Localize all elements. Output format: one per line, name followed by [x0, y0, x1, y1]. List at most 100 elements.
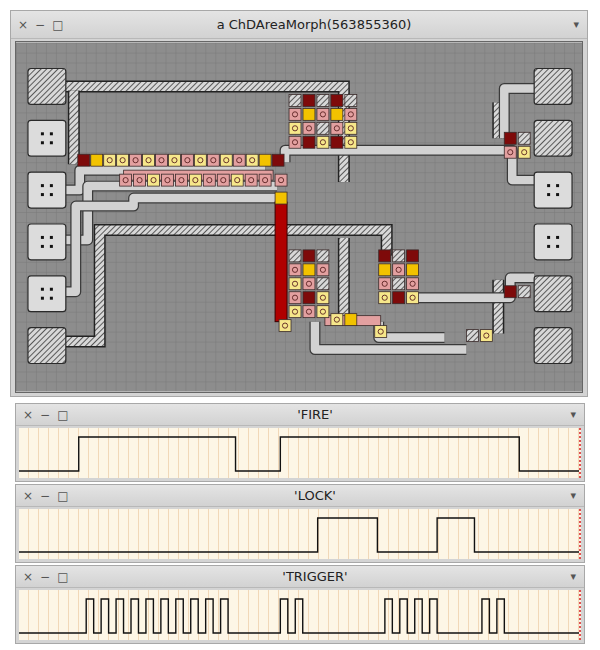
layout-cell[interactable]: [303, 108, 315, 120]
layout-cell[interactable]: [345, 108, 357, 120]
poly-wire[interactable]: [66, 198, 277, 292]
title-bar[interactable]: ×−□'TRIGGER'▾: [16, 566, 584, 588]
layout-cell[interactable]: [317, 306, 329, 318]
maximize-button[interactable]: □: [52, 19, 63, 31]
layout-cell[interactable]: [518, 286, 530, 298]
layout-cell[interactable]: [143, 154, 155, 166]
minimize-button[interactable]: −: [40, 571, 50, 583]
layout-cell[interactable]: [104, 154, 116, 166]
layout-cell[interactable]: [148, 174, 160, 186]
layout-cell[interactable]: [480, 330, 492, 342]
layout-cell[interactable]: [279, 320, 291, 332]
layout-cell[interactable]: [466, 330, 478, 342]
layout-cell[interactable]: [303, 292, 315, 304]
title-bar[interactable]: ×−□'LOCK'▾: [16, 485, 584, 507]
poly-wire[interactable]: [379, 322, 445, 338]
layout-cell[interactable]: [289, 306, 301, 318]
layout-cell[interactable]: [317, 122, 329, 134]
metal-wire[interactable]: [343, 238, 344, 324]
layout-cell[interactable]: [407, 292, 419, 304]
io-pad[interactable]: [534, 276, 572, 312]
maximize-button[interactable]: □: [57, 490, 68, 502]
poly-wire[interactable]: [415, 278, 535, 298]
layout-cell[interactable]: [393, 292, 405, 304]
layout-cell[interactable]: [303, 306, 315, 318]
layout-cell[interactable]: [78, 154, 90, 166]
layout-cell[interactable]: [245, 174, 257, 186]
circuit-window[interactable]: ×−□a ChDAreaMorph(563855360)▾: [10, 10, 588, 397]
io-pad[interactable]: [534, 172, 572, 208]
layout-cell[interactable]: [120, 174, 132, 186]
layout-cell[interactable]: [156, 154, 168, 166]
layout-cell[interactable]: [289, 278, 301, 290]
layout-cell[interactable]: [379, 278, 391, 290]
layout-cell[interactable]: [289, 136, 301, 148]
layout-cell[interactable]: [134, 174, 146, 186]
title-bar[interactable]: ×−□a ChDAreaMorph(563855360)▾: [11, 11, 587, 39]
layout-cell[interactable]: [331, 136, 343, 148]
layout-cell[interactable]: [272, 154, 284, 166]
layout-cell[interactable]: [259, 174, 271, 186]
io-pad[interactable]: [534, 328, 572, 364]
io-pad[interactable]: [28, 69, 66, 105]
layout-cell[interactable]: [217, 174, 229, 186]
layout-cell[interactable]: [289, 94, 301, 106]
layout-cell[interactable]: [317, 250, 329, 262]
layout-cell[interactable]: [379, 292, 391, 304]
layout-cell[interactable]: [379, 250, 391, 262]
close-button[interactable]: ×: [18, 19, 28, 31]
signal-window[interactable]: ×−□'LOCK'▾: [15, 484, 585, 563]
close-button[interactable]: ×: [23, 409, 33, 421]
layout-cell[interactable]: [259, 154, 271, 166]
title-bar[interactable]: ×−□'FIRE'▾: [16, 404, 584, 426]
layout-cell[interactable]: [203, 174, 215, 186]
layout-cell[interactable]: [91, 154, 103, 166]
layout-cell[interactable]: [194, 154, 206, 166]
layout-cell[interactable]: [407, 264, 419, 276]
layout-cell[interactable]: [189, 174, 201, 186]
window-menu-button[interactable]: ▾: [554, 489, 584, 502]
signal-window[interactable]: ×−□'TRIGGER'▾: [15, 565, 585, 644]
layout-cell[interactable]: [246, 154, 258, 166]
metal-wire[interactable]: [498, 280, 499, 334]
layout-cell[interactable]: [317, 94, 329, 106]
io-pad[interactable]: [534, 120, 572, 156]
window-menu-button[interactable]: ▾: [554, 408, 584, 421]
layout-cell[interactable]: [393, 264, 405, 276]
layout-cell[interactable]: [345, 94, 357, 106]
layout-cell[interactable]: [317, 292, 329, 304]
layout-cell[interactable]: [181, 154, 193, 166]
layout-cell[interactable]: [289, 122, 301, 134]
layout-cell[interactable]: [130, 154, 142, 166]
layout-cell[interactable]: [331, 314, 343, 326]
close-button[interactable]: ×: [23, 490, 33, 502]
layout-cell[interactable]: [231, 174, 243, 186]
layout-cell[interactable]: [379, 264, 391, 276]
signal-window[interactable]: ×−□'FIRE'▾: [15, 403, 585, 482]
layout-cell[interactable]: [317, 108, 329, 120]
layout-cell[interactable]: [168, 154, 180, 166]
metal-wire[interactable]: [66, 230, 387, 342]
io-pad[interactable]: [28, 224, 66, 260]
layout-cell[interactable]: [303, 94, 315, 106]
minimize-button[interactable]: −: [40, 490, 50, 502]
layout-cell[interactable]: [331, 94, 343, 106]
close-button[interactable]: ×: [23, 571, 33, 583]
layout-cell[interactable]: [117, 154, 129, 166]
io-pad[interactable]: [28, 120, 66, 156]
layout-cell[interactable]: [345, 136, 357, 148]
layout-cell[interactable]: [317, 136, 329, 148]
io-pad[interactable]: [28, 328, 66, 364]
layout-cell[interactable]: [303, 136, 315, 148]
layout-cell[interactable]: [317, 264, 329, 276]
layout-cell[interactable]: [331, 122, 343, 134]
io-pad[interactable]: [534, 224, 572, 260]
window-menu-button[interactable]: ▾: [557, 18, 587, 31]
layout-cell[interactable]: [331, 108, 343, 120]
layout-cell[interactable]: [233, 154, 245, 166]
layout-cell[interactable]: [504, 146, 516, 158]
layout-cell[interactable]: [518, 146, 530, 158]
io-pad[interactable]: [28, 276, 66, 312]
minimize-button[interactable]: −: [35, 19, 45, 31]
layout-cell[interactable]: [317, 278, 329, 290]
